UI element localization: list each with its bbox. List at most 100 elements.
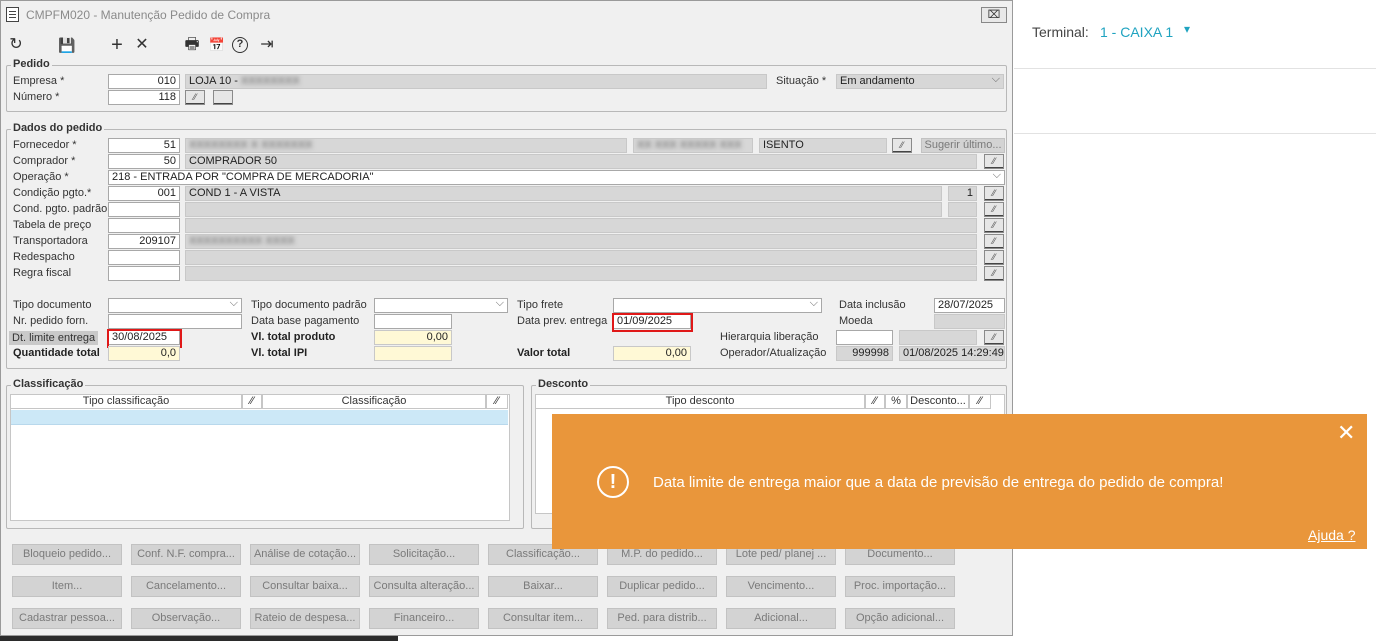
hierarquia-input[interactable] <box>836 330 893 345</box>
data-base-input[interactable] <box>374 314 452 329</box>
action-button-item[interactable]: Item... <box>12 576 122 597</box>
classificacao-selected-row[interactable] <box>11 410 508 425</box>
action-button-proc-importa-o[interactable]: Proc. importação... <box>845 576 955 597</box>
empresa-code-input[interactable]: 010 <box>108 74 180 89</box>
data-inclusao-field[interactable]: 28/07/2025 <box>934 298 1005 313</box>
sugerir-ultimo-button[interactable]: Sugerir último... <box>921 138 1005 153</box>
classificacao-scrollbar[interactable] <box>509 411 521 521</box>
refresh-icon[interactable]: ↻ <box>6 35 26 55</box>
action-button-consultar-baixa[interactable]: Consultar baixa... <box>250 576 360 597</box>
action-button-cadastrar-pessoa[interactable]: Cadastrar pessoa... <box>12 608 122 629</box>
empresa-name: LOJA 10 - <box>189 75 238 87</box>
condicao-lookup-button[interactable]: ⁄⁄ <box>984 186 1004 201</box>
regra-fiscal-label: Regra fiscal <box>13 267 72 279</box>
comprador-lookup-button[interactable]: ⁄⁄ <box>984 154 1004 169</box>
nr-pedido-forn-input[interactable] <box>108 314 242 329</box>
help-icon[interactable]: ? <box>232 37 248 53</box>
desconto-section-title: Desconto <box>536 378 591 390</box>
action-button-op-o-adicional[interactable]: Opção adicional... <box>845 608 955 629</box>
tipo-classificacao-header[interactable]: Tipo classificação <box>10 394 242 409</box>
condicao-parcelas-field: 1 <box>948 186 977 201</box>
action-button-solicita-o[interactable]: Solicitação... <box>369 544 479 565</box>
regra-fiscal-input[interactable] <box>108 266 180 281</box>
comprador-label: Comprador * <box>13 155 76 167</box>
percent-header[interactable]: % <box>885 394 907 409</box>
classificacao-header[interactable]: Classificação <box>262 394 486 409</box>
action-button-bloqueio-pedido[interactable]: Bloqueio pedido... <box>12 544 122 565</box>
terminal-select[interactable]: 1 - CAIXA 1 <box>1100 24 1173 40</box>
empresa-name-redacted: XXXXXXXX <box>240 75 300 87</box>
close-icon[interactable]: ✕ <box>1337 420 1355 446</box>
empresa-label: Empresa * <box>13 75 65 87</box>
numero-label: Número * <box>13 91 60 103</box>
nr-pedido-forn-label: Nr. pedido forn. <box>13 315 89 327</box>
condicao-code-input[interactable]: 001 <box>108 186 180 201</box>
action-button-vencimento[interactable]: Vencimento... <box>726 576 836 597</box>
action-button-financeiro[interactable]: Financeiro... <box>369 608 479 629</box>
numero-lookup-button[interactable]: ⁄⁄ <box>185 90 205 105</box>
fornecedor-name-redacted: XXXXXXXX X XXXXXXX <box>189 139 313 151</box>
exit-icon[interactable]: ⇥ <box>257 35 277 55</box>
action-button-adicional[interactable]: Adicional... <box>726 608 836 629</box>
chevron-down-icon[interactable]: ▾ <box>1184 22 1190 36</box>
transportadora-name-redacted: XXXXXXXXXX XXXX <box>189 235 295 247</box>
operacao-select[interactable]: 218 - ENTRADA POR "COMPRA DE MERCADORIA" <box>108 170 1005 185</box>
add-icon[interactable]: + <box>107 35 127 55</box>
help-link[interactable]: Ajuda ? <box>1308 527 1355 543</box>
tabela-lookup-button[interactable]: ⁄⁄ <box>984 218 1004 233</box>
tipo-frete-select[interactable] <box>613 298 822 313</box>
action-button-ped-para-distrib[interactable]: Ped. para distrib... <box>607 608 717 629</box>
tipo-desconto-lookup-icon[interactable]: ⁄⁄ <box>865 394 885 409</box>
fornecedor-lookup-button[interactable]: ⁄⁄ <box>892 138 912 153</box>
cancel-icon[interactable]: ✕ <box>132 35 152 55</box>
redespacho-input[interactable] <box>108 250 180 265</box>
tipo-documento-label: Tipo documento <box>13 299 92 311</box>
action-button-duplicar-pedido[interactable]: Duplicar pedido... <box>607 576 717 597</box>
classificacao-lookup-icon[interactable]: ⁄⁄ <box>486 394 508 409</box>
tabela-input[interactable] <box>108 218 180 233</box>
action-button-cancelamento[interactable]: Cancelamento... <box>131 576 241 597</box>
tipo-documento-select[interactable] <box>108 298 242 313</box>
cond-padrao-lookup-button[interactable]: ⁄⁄ <box>984 202 1004 217</box>
action-button-consultar-item[interactable]: Consultar item... <box>488 608 598 629</box>
window-close-button[interactable]: ⌧ <box>981 7 1007 23</box>
fornecedor-code-input[interactable]: 51 <box>108 138 180 153</box>
save-icon[interactable]: 💾 <box>57 35 77 55</box>
window-title: CMPFM020 - Manutenção Pedido de Compra <box>26 8 271 22</box>
warning-icon: ! <box>597 466 629 498</box>
title-bar: CMPFM020 - Manutenção Pedido de Compra ⌧ <box>1 1 1012 29</box>
action-button-conf-n-f-compra[interactable]: Conf. N.F. compra... <box>131 544 241 565</box>
numero-input[interactable]: 118 <box>108 90 180 105</box>
transportadora-lookup-button[interactable]: ⁄⁄ <box>984 234 1004 249</box>
calendar-icon[interactable]: 📅 <box>207 35 227 55</box>
cond-padrao-input[interactable] <box>108 202 180 217</box>
transportadora-code-input[interactable]: 209107 <box>108 234 180 249</box>
hierarquia-lookup-button[interactable]: ⁄⁄ <box>984 330 1004 345</box>
data-prev-label: Data prev. entrega <box>517 315 608 327</box>
action-button-rateio-de-despesa[interactable]: Rateio de despesa... <box>250 608 360 629</box>
situacao-label: Situação * <box>776 75 827 87</box>
action-button-consulta-altera-o[interactable]: Consulta alteração... <box>369 576 479 597</box>
desconto-header[interactable]: Desconto... <box>907 394 969 409</box>
transportadora-label: Transportadora <box>13 235 88 247</box>
hierarquia-name-field <box>899 330 977 345</box>
action-button-baixar[interactable]: Baixar... <box>488 576 598 597</box>
comprador-code-input[interactable]: 50 <box>108 154 180 169</box>
document-icon <box>6 7 19 22</box>
tipo-desconto-header[interactable]: Tipo desconto <box>535 394 865 409</box>
numero-extra-button[interactable] <box>213 90 233 105</box>
tipo-classificacao-lookup-icon[interactable]: ⁄⁄ <box>242 394 262 409</box>
right-panel-section <box>1014 69 1376 134</box>
comprador-name-field: COMPRADOR 50 <box>185 154 977 169</box>
action-button-observa-o[interactable]: Observação... <box>131 608 241 629</box>
redespacho-name-field <box>185 250 977 265</box>
redespacho-label: Redespacho <box>13 251 75 263</box>
situacao-select[interactable]: Em andamento <box>836 74 1004 89</box>
redespacho-lookup-button[interactable]: ⁄⁄ <box>984 250 1004 265</box>
tipo-doc-padrao-select[interactable] <box>374 298 508 313</box>
tipo-frete-label: Tipo frete <box>517 299 564 311</box>
print-icon[interactable]: 🖶 <box>182 35 202 55</box>
desconto-lookup-icon[interactable]: ⁄⁄ <box>969 394 991 409</box>
regra-fiscal-lookup-button[interactable]: ⁄⁄ <box>984 266 1004 281</box>
action-button-an-lise-de-cota-o[interactable]: Análise de cotação... <box>250 544 360 565</box>
